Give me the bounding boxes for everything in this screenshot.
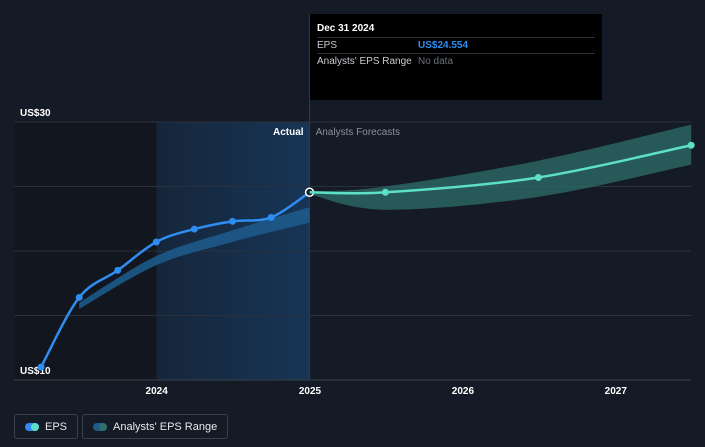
eps-point-actual-1	[75, 293, 83, 301]
eps-point-forecast-2	[534, 173, 542, 181]
actual-section-label: Actual	[273, 127, 304, 138]
eps-point-actual-5	[229, 217, 237, 225]
tooltip-row-range: Analysts' EPS Range No data	[317, 53, 595, 69]
tooltip: Dec 31 2024 EPS US$24.554 Analysts' EPS …	[310, 14, 602, 100]
legend: EPS Analysts' EPS Range	[14, 414, 229, 439]
tooltip-eps-label: EPS	[317, 40, 338, 51]
x-tick-2026: 2026	[452, 386, 475, 397]
eps-point-forecast-1	[381, 188, 389, 196]
legend-range-label: Analysts' EPS Range	[113, 420, 218, 433]
y-label-top: US$30	[20, 108, 51, 119]
tooltip-eps-value: US$24.554	[418, 40, 469, 51]
eps-point-actual-4	[190, 225, 198, 233]
legend-item-eps[interactable]: EPS	[14, 414, 79, 439]
x-tick-2024: 2024	[146, 386, 169, 397]
eps-swatch-icon	[25, 422, 39, 431]
eps-point-actual-0	[37, 363, 45, 371]
tooltip-date: Dec 31 2024	[317, 23, 375, 34]
tooltip-row-eps: EPS US$24.554	[317, 37, 595, 53]
tooltip-range-label: Analysts' EPS Range	[317, 56, 412, 67]
tooltip-range-value: No data	[418, 56, 454, 67]
forecast-section-label: Analysts Forecasts	[316, 127, 400, 138]
legend-eps-label: EPS	[45, 420, 68, 433]
eps-point-actual-3	[152, 238, 160, 246]
x-tick-2025: 2025	[299, 386, 322, 397]
x-tick-2027: 2027	[605, 386, 628, 397]
eps-point-actual-2	[114, 266, 122, 274]
range-swatch-icon	[93, 422, 108, 431]
legend-item-range[interactable]: Analysts' EPS Range	[82, 414, 229, 439]
y-label-bottom: US$10	[20, 366, 51, 377]
eps-point-forecast-3	[687, 141, 695, 149]
eps-point-actual-6	[267, 213, 275, 221]
